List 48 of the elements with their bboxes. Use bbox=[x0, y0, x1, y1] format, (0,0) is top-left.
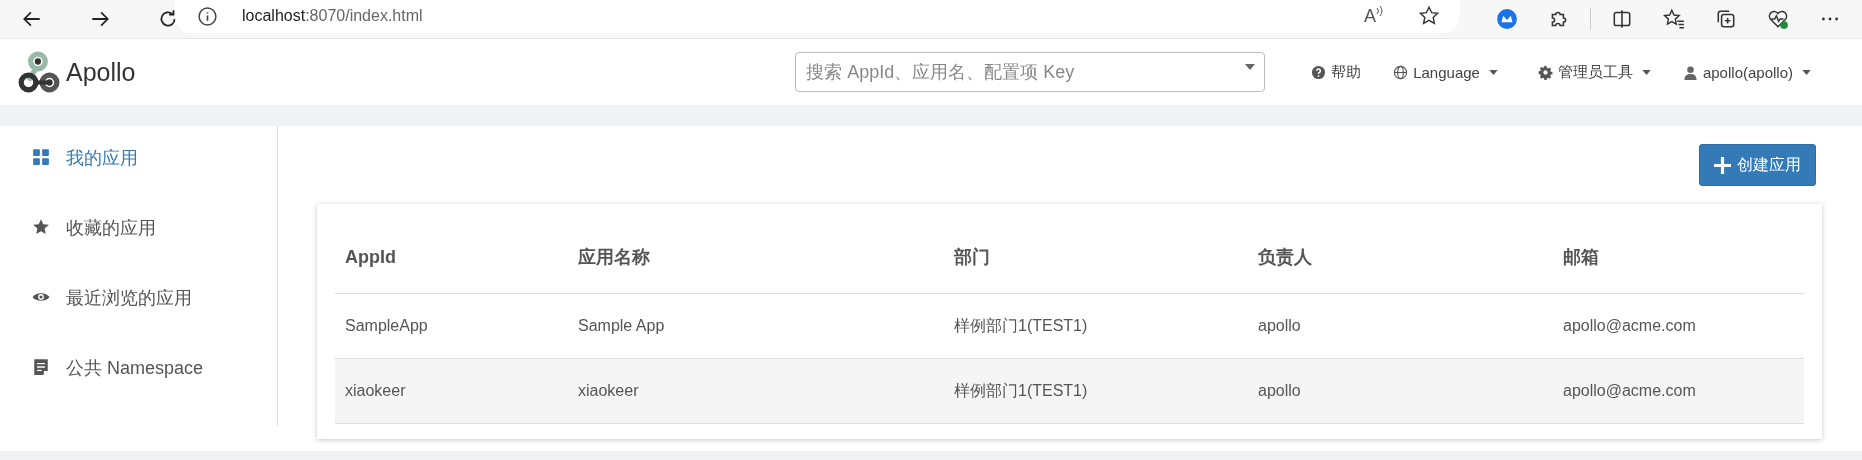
column-header: AppId bbox=[335, 221, 568, 294]
table-cell[interactable]: apollo bbox=[1248, 358, 1553, 424]
table-cell[interactable]: SampleApp bbox=[335, 293, 568, 359]
logo-icon[interactable] bbox=[18, 51, 60, 93]
table-cell[interactable]: Sample App bbox=[568, 293, 944, 359]
column-header: 部门 bbox=[944, 221, 1248, 294]
logo-text[interactable]: Apollo bbox=[66, 57, 136, 87]
sidebar-item[interactable]: 收藏的应用 bbox=[0, 216, 277, 286]
caret-icon[interactable] bbox=[1641, 69, 1651, 75]
table-cell[interactable]: apollo@acme.com bbox=[1553, 358, 1804, 424]
sidebar-item[interactable]: 我的应用 bbox=[0, 146, 277, 216]
caret-icon[interactable] bbox=[1802, 69, 1811, 75]
table-cell[interactable]: 样例部门1(TEST1) bbox=[944, 358, 1248, 424]
nav-menu-item[interactable]: 帮助 bbox=[1295, 62, 1378, 82]
user-icon bbox=[1682, 64, 1698, 80]
document-icon bbox=[32, 358, 50, 376]
globe-icon bbox=[1393, 64, 1409, 80]
collections-icon[interactable] bbox=[1715, 8, 1737, 30]
star-icon bbox=[32, 218, 50, 236]
help-icon bbox=[1311, 64, 1327, 80]
column-header: 负责人 bbox=[1248, 221, 1553, 294]
table-cell[interactable]: xiaokeer bbox=[568, 358, 944, 424]
sidebar-item[interactable]: 公共 Namespace bbox=[0, 356, 277, 426]
plus-icon bbox=[1714, 156, 1731, 174]
address-bar[interactable]: localhost:8070/index.html A bbox=[175, 0, 1460, 33]
create-app-button[interactable]: 创建应用 bbox=[1699, 144, 1816, 186]
gear-icon bbox=[1537, 64, 1553, 80]
split-screen-icon[interactable] bbox=[1611, 8, 1633, 30]
favorites-icon[interactable] bbox=[1663, 8, 1685, 30]
caret-icon[interactable] bbox=[1488, 69, 1498, 75]
sidebar-item[interactable]: 最近浏览的应用 bbox=[0, 286, 277, 356]
info-icon[interactable] bbox=[197, 5, 218, 27]
extension-logo-icon[interactable] bbox=[1496, 8, 1518, 30]
url-text: localhost:8070/index.html bbox=[242, 7, 423, 25]
table-cell[interactable]: xiaokeer bbox=[335, 358, 568, 424]
column-header: 邮箱 bbox=[1553, 221, 1804, 294]
table-cell[interactable]: 样例部门1(TEST1) bbox=[944, 293, 1248, 359]
star-icon[interactable] bbox=[1418, 5, 1440, 27]
caret-icon[interactable] bbox=[1245, 64, 1256, 70]
table-cell[interactable]: apollo@acme.com bbox=[1553, 293, 1804, 359]
health-heart-icon[interactable] bbox=[1767, 8, 1789, 30]
grid-icon bbox=[32, 148, 50, 166]
table-cell[interactable]: apollo bbox=[1248, 293, 1553, 359]
search-field[interactable]: 搜索 AppId、应用名、配置项 Key bbox=[795, 52, 1266, 92]
nav-menu-item[interactable]: apollo(apollo) bbox=[1666, 63, 1827, 81]
nav-menu-item[interactable]: Language bbox=[1377, 63, 1522, 81]
column-header: 应用名称 bbox=[568, 221, 944, 294]
nav-menu-item[interactable]: 管理员工具 bbox=[1521, 62, 1667, 82]
